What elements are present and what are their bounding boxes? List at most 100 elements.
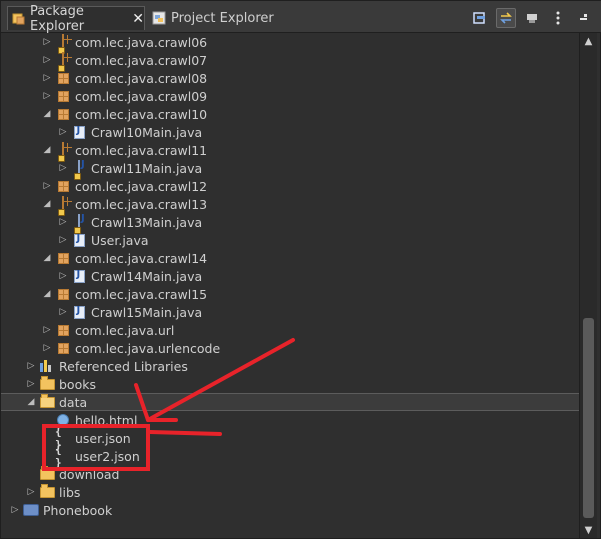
tree-item-icon [55,340,71,356]
tree-item-icon [71,304,87,320]
tree-item-label: download [59,466,120,482]
tree-item[interactable]: ◢ com.lec.java.crawl10 [1,105,579,123]
tree-item[interactable]: ▷ com.lec.java.crawl07 [1,51,579,72]
tree-item[interactable]: { } user.json [1,425,579,451]
tree-item[interactable]: ▷ Referenced Libraries [1,357,579,375]
project-tree[interactable]: ▷ com.lec.java.crawl06 ▷ com.lec.java.crawl… [1,33,579,538]
tree-item[interactable]: ▷ com.lec.java.crawl12 [1,177,579,195]
tree-item-icon [55,70,71,86]
tab-package-explorer[interactable]: Package Explorer ✕ [7,4,145,34]
tree-item[interactable]: ▷ com.lec.java.crawl08 [1,69,579,87]
tree-item-icon [71,159,87,180]
tree-item-icon [39,483,55,500]
tree-item-icon [39,393,55,410]
expand-toggle-icon[interactable]: ◢ [41,109,53,119]
collapse-all-icon[interactable] [470,8,490,28]
project-icon [23,504,39,516]
tree-item[interactable]: ▷ com.lec.java.url [1,321,579,339]
tree-item[interactable]: ◢ com.lec.java.crawl11 [1,141,579,162]
expand-toggle-icon[interactable]: ▷ [41,55,53,65]
tree-item-icon [55,141,71,162]
package-icon [57,108,69,120]
tree-item[interactable]: ▷ User.java [1,231,579,249]
package-icon [57,180,69,192]
tree-item[interactable]: ◢ com.lec.java.crawl14 [1,249,579,267]
minimize-icon[interactable] [574,8,594,28]
tree-item-label: com.lec.java.crawl06 [75,34,208,50]
tree-item-label: user2.json [75,448,140,464]
expand-toggle-icon[interactable]: ▷ [57,163,69,173]
link-with-editor-icon[interactable] [496,8,516,28]
expand-toggle-icon[interactable]: ▷ [9,505,21,515]
tree-item[interactable]: download [1,465,579,483]
close-icon[interactable]: ✕ [132,11,144,27]
tree-item-label: Referenced Libraries [59,358,188,374]
tree-item[interactable]: ▷ books [1,375,579,393]
expand-toggle-icon[interactable]: ◢ [41,145,53,155]
expand-toggle-icon[interactable]: ◢ [41,253,53,263]
tree-item-label: com.lec.java.crawl10 [75,106,208,122]
tree-item-label: com.lec.java.crawl09 [75,88,208,104]
tree-item-icon [55,106,71,122]
tree-item[interactable]: ▷ Phonebook [1,501,579,519]
view-menu-icon[interactable] [548,8,568,28]
expand-toggle-icon[interactable]: ◢ [41,199,53,209]
scroll-thumb[interactable] [583,318,594,518]
tree-item-label: user.json [75,430,131,446]
folder-open-icon [39,393,55,408]
tree-item-label: com.lec.java.crawl15 [75,286,208,302]
tree-item-label: hello.html [75,412,138,428]
expand-toggle-icon[interactable]: ◢ [41,289,53,299]
tree-item-label: books [59,376,96,392]
expand-toggle-icon[interactable]: ◢ [25,397,37,407]
expand-toggle-icon[interactable]: ▷ [25,487,37,497]
expand-toggle-icon[interactable]: ▷ [57,235,69,245]
expand-toggle-icon[interactable]: ▷ [57,271,69,281]
tree-item[interactable]: ▷ com.lec.java.crawl06 [1,33,579,54]
scroll-up-icon[interactable]: ▲ [580,33,597,49]
vertical-scrollbar[interactable]: ▲ ▼ [579,33,597,538]
tree-item-icon [55,322,71,338]
java-file-warning-icon [74,213,81,234]
scroll-down-icon[interactable]: ▼ [580,522,597,538]
tree-item-label: com.lec.java.crawl13 [75,196,208,212]
expand-toggle-icon[interactable]: ▷ [25,379,37,389]
tree-item[interactable]: ▷ Crawl14Main.java [1,267,579,285]
tree-item-label: Crawl11Main.java [91,160,203,176]
tree-item-label: com.lec.java.crawl07 [75,52,208,68]
tree-item[interactable]: ◢ com.lec.java.crawl13 [1,195,579,216]
library-icon [40,360,54,372]
expand-toggle-icon[interactable]: ▷ [57,217,69,227]
expand-toggle-icon[interactable]: ▷ [41,37,53,47]
expand-toggle-icon[interactable]: ▷ [41,343,53,353]
expand-toggle-icon[interactable]: ▷ [57,307,69,317]
tree-item[interactable]: ▷ Crawl11Main.java [1,159,579,180]
tree-item[interactable]: ▷ libs [1,483,579,501]
tree-item[interactable]: { } user2.json [1,443,579,469]
tree-item-icon [39,358,55,374]
tree-item[interactable]: hello.html [1,411,579,429]
tree-item[interactable]: ▷ com.lec.java.urlencode [1,339,579,357]
tree-item[interactable]: ▷ Crawl10Main.java [1,123,579,141]
tree-item[interactable]: ▷ com.lec.java.crawl09 [1,87,579,105]
tree-item-label: User.java [91,232,149,248]
expand-toggle-icon[interactable]: ▷ [41,73,53,83]
tab-project-explorer[interactable]: Project Explorer [149,6,311,30]
tree-item[interactable]: ◢ com.lec.java.crawl15 [1,285,579,303]
tree-item-icon [55,286,71,302]
folder-icon [39,465,55,480]
tree-item-label: data [59,394,88,410]
focus-icon[interactable] [522,8,542,28]
expand-toggle-icon[interactable]: ▷ [41,181,53,191]
expand-toggle-icon[interactable]: ▷ [41,91,53,101]
expand-toggle-icon[interactable]: ▷ [57,127,69,137]
tree-item[interactable]: ▷ Crawl15Main.java [1,303,579,321]
package-explorer-view: Package Explorer ✕ Project Explorer ▷ co… [0,0,601,539]
expand-toggle-icon[interactable]: ▷ [41,325,53,335]
java-file-icon [73,269,85,283]
tree-item[interactable]: ▷ Crawl13Main.java [1,213,579,234]
tree-item-icon: { } [55,443,71,469]
tree-item[interactable]: ◢ data [1,393,579,411]
view-toolbar [470,8,594,28]
expand-toggle-icon[interactable]: ▷ [25,361,37,371]
